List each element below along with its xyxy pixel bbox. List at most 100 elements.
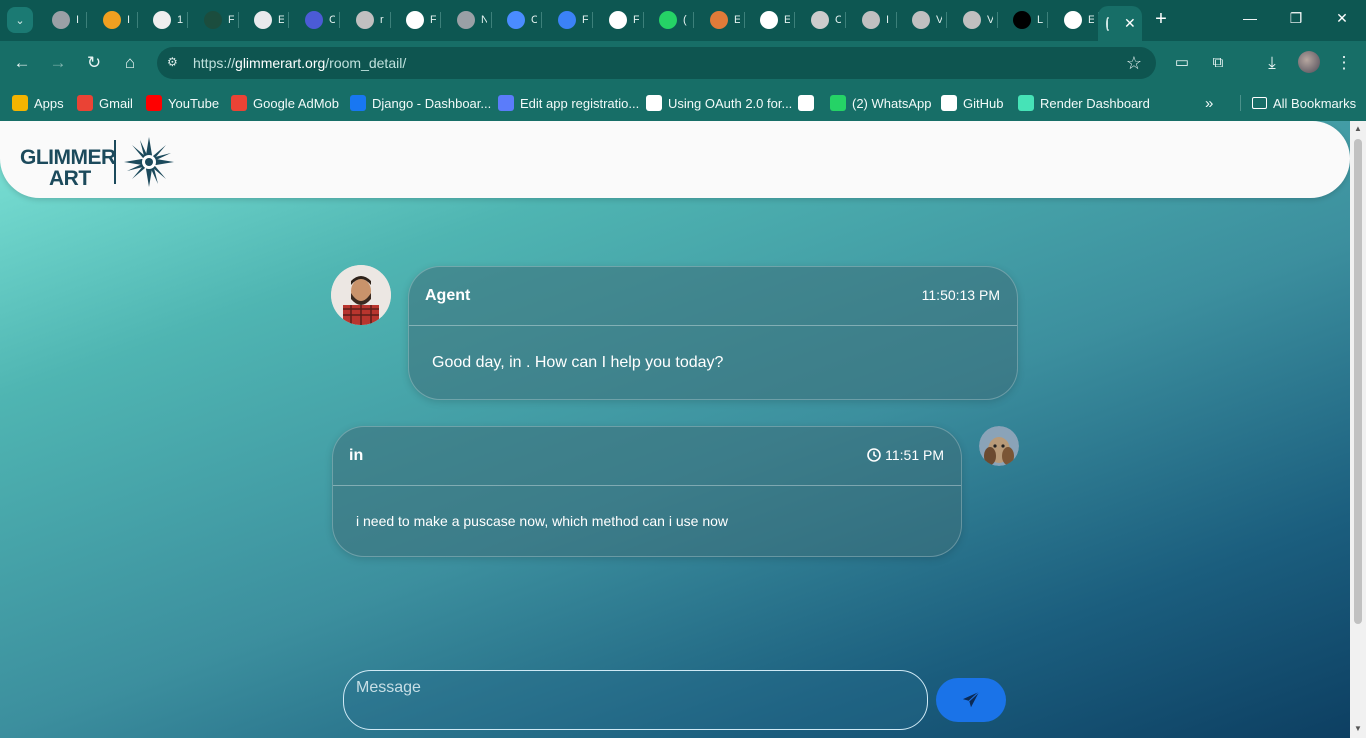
more-bookmarks-button[interactable]: » (1205, 93, 1213, 113)
tab-separator (288, 12, 289, 28)
tab-title: F (582, 14, 588, 26)
tab-separator (997, 12, 998, 28)
browser-tab[interactable]: C (811, 8, 846, 32)
browser-tab[interactable]: N (457, 8, 492, 32)
logo-divider (114, 140, 116, 184)
tab-separator (339, 12, 340, 28)
message-time: 11:51 PM (867, 447, 944, 463)
message-bubble-agent: Agent 11:50:13 PM Good day, in . How can… (408, 266, 1018, 400)
tab-title: C (329, 14, 335, 26)
page-scrollbar[interactable]: ▲ ▼ (1350, 121, 1366, 738)
message-text: Good day, in . How can I help you today? (432, 354, 724, 371)
globe-icon (52, 11, 70, 29)
scrollbar-thumb[interactable] (1354, 139, 1362, 624)
warning-cone-icon (103, 11, 121, 29)
browser-tab[interactable]: E (760, 8, 795, 32)
close-window-button[interactable]: ✕ (1332, 10, 1352, 27)
forward-button[interactable]: → (47, 52, 69, 74)
bookmark-item[interactable]: Gmail (77, 93, 133, 113)
clock-icon (867, 448, 882, 462)
browser-tab[interactable]: F (204, 8, 239, 32)
all-bookmarks-button[interactable]: All Bookmarks (1252, 93, 1356, 113)
browser-tab[interactable]: E (254, 8, 289, 32)
tab-title: F (633, 14, 639, 26)
send-button[interactable] (936, 678, 1006, 722)
bookmark-item[interactable]: Render Dashboard (1018, 93, 1150, 113)
browser-tab[interactable]: F (609, 8, 644, 32)
browser-tab[interactable]: F (406, 8, 441, 32)
facebook-icon (350, 95, 366, 111)
loading-icon (1106, 16, 1110, 31)
browser-tab[interactable]: E (710, 8, 745, 32)
message-input[interactable] (344, 671, 927, 729)
bookmark-item[interactable]: Using OAuth 2.0 for... (646, 93, 792, 113)
home-button[interactable]: ⌂ (119, 52, 141, 74)
restore-button[interactable]: ❐ (1286, 10, 1306, 27)
cloud-icon (305, 11, 323, 29)
site-settings-icon[interactable]: ⚙ (167, 55, 183, 71)
back-button[interactable]: ← (11, 52, 33, 74)
browser-tab[interactable]: r (356, 8, 391, 32)
bookmark-item[interactable]: Apps (12, 93, 64, 113)
tab-separator (1047, 12, 1048, 28)
tab-separator (390, 12, 391, 28)
youtube-icon (146, 95, 162, 111)
reload-button[interactable]: ↻ (83, 52, 105, 74)
scroll-up-icon[interactable]: ▲ (1354, 124, 1362, 133)
bookmark-item[interactable]: Edit app registratio... (498, 93, 639, 113)
bookmark-label: Gmail (99, 95, 133, 111)
tab-separator (896, 12, 897, 28)
url-text[interactable]: https://glimmerart.org/room_detail/ (193, 55, 406, 71)
tab-search-button[interactable]: ⌄ (7, 7, 33, 33)
cast-icon[interactable]: ▭ (1171, 52, 1193, 74)
logo[interactable]: GLIMMER ART (20, 147, 116, 189)
browser-tab[interactable]: I (52, 8, 87, 32)
admob-icon (231, 95, 247, 111)
play-icon (1013, 11, 1031, 29)
browser-tab[interactable]: F (558, 8, 593, 32)
close-tab-icon[interactable]: ✕ (1124, 15, 1136, 32)
scroll-down-icon[interactable]: ▼ (1354, 724, 1362, 733)
minimize-button[interactable]: — (1240, 10, 1260, 26)
tab-separator (693, 12, 694, 28)
bookmark-star-icon[interactable]: ☆ (1126, 53, 1142, 74)
browser-tab[interactable]: V (963, 8, 998, 32)
browser-tab[interactable]: L (1013, 8, 1048, 32)
spiral-icon (153, 11, 171, 29)
bookmark-item[interactable]: Google AdMob (231, 93, 339, 113)
browser-tab[interactable]: C (305, 8, 340, 32)
bookmark-label: (2) WhatsApp (852, 95, 932, 111)
browser-tab[interactable]: ( (659, 8, 694, 32)
divider (1240, 95, 1241, 111)
bookmark-item[interactable]: YouTube (146, 93, 219, 113)
tab-title: E (784, 14, 790, 26)
tab-title: C (531, 14, 537, 26)
active-tab[interactable]: C ✕ (1098, 6, 1142, 41)
browser-tab[interactable]: C (507, 8, 542, 32)
tab-separator (137, 12, 138, 28)
browser-tab[interactable]: I (103, 8, 138, 32)
browser-tab[interactable]: E (1064, 8, 1099, 32)
bookmark-item[interactable]: Django - Dashboar... (350, 93, 491, 113)
bookmark-item[interactable] (798, 93, 820, 113)
tab-separator (86, 12, 87, 28)
browser-tab[interactable]: I (862, 8, 897, 32)
browser-tab[interactable]: 1 (153, 8, 188, 32)
api-icon (498, 95, 514, 111)
tab-separator (238, 12, 239, 28)
paper-plane-icon (962, 691, 980, 708)
browser-tab[interactable]: V (912, 8, 947, 32)
profile-avatar[interactable] (1298, 51, 1320, 73)
tab-title: E (1088, 14, 1094, 26)
bookmark-item[interactable]: (2) WhatsApp (830, 93, 931, 113)
address-bar[interactable]: ⚙ https://glimmerart.org/room_detail/ ☆ (157, 47, 1156, 79)
bookmark-label: Edit app registratio... (520, 95, 640, 111)
doc-icon (760, 11, 778, 29)
extensions-icon[interactable]: ⧉ (1207, 52, 1229, 74)
menu-icon[interactable]: ⋮ (1333, 52, 1355, 74)
ring-icon (912, 11, 930, 29)
bookmark-item[interactable]: GitHub (941, 93, 1003, 113)
new-tab-button[interactable]: + (1150, 9, 1172, 31)
downloads-icon[interactable]: ⤓ (1261, 52, 1283, 74)
divider (333, 485, 961, 486)
